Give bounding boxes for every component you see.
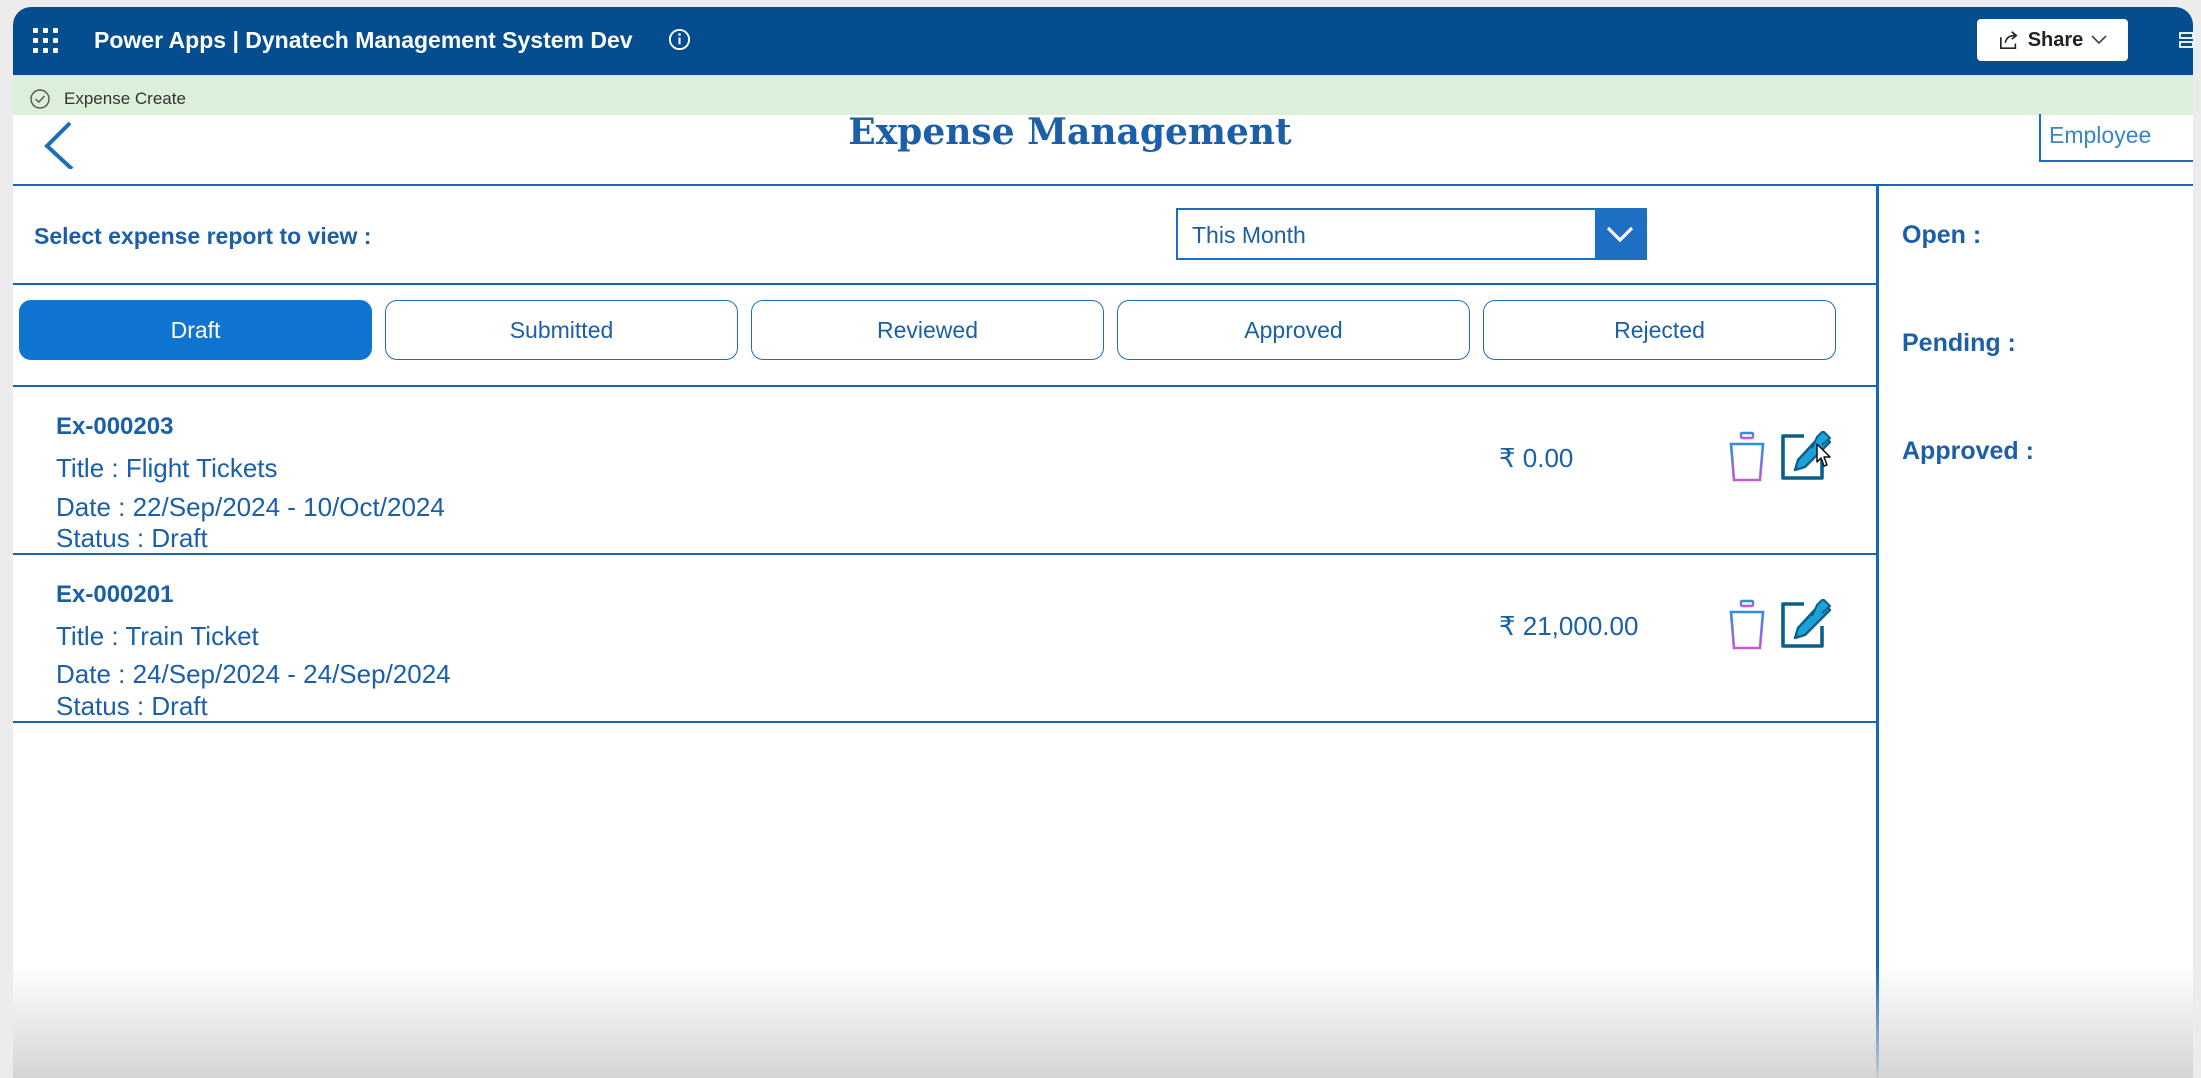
check-circle-icon <box>30 89 50 109</box>
info-icon[interactable] <box>668 28 691 51</box>
list-item[interactable]: Ex-000201 Title : Train Ticket Date : 24… <box>13 555 1877 721</box>
expense-title: Title : Flight Tickets <box>56 453 278 483</box>
tab-draft[interactable]: Draft <box>19 300 372 360</box>
expense-amount: ₹ 21,000.00 <box>1499 611 1639 641</box>
expense-status: Status : Draft <box>56 523 208 553</box>
expense-title: Title : Train Ticket <box>56 621 259 651</box>
tab-approved[interactable]: Approved <box>1117 300 1470 360</box>
approved-summary-label: Approved : <box>1902 437 2034 465</box>
open-summary-label: Open : <box>1902 221 1982 249</box>
employee-tab[interactable]: Employee <box>2039 114 2193 162</box>
notification-text: Expense Create <box>64 89 186 108</box>
trash-icon[interactable] <box>1724 599 1770 651</box>
trash-icon[interactable] <box>1724 431 1770 483</box>
page-title: Expense Management <box>848 111 1292 153</box>
share-icon <box>1999 31 2018 49</box>
app-panel-icon[interactable] <box>2179 29 2193 53</box>
chevron-down-icon <box>1606 226 1634 243</box>
list-item[interactable]: Ex-000203 Title : Flight Tickets Date : … <box>13 387 1877 553</box>
expense-date: Date : 24/Sep/2024 - 24/Sep/2024 <box>56 659 451 689</box>
tab-rejected[interactable]: Rejected <box>1483 300 1836 360</box>
expense-status: Status : Draft <box>56 691 208 721</box>
chevron-down-icon <box>2091 35 2107 45</box>
filter-label: Select expense report to view : <box>34 223 372 249</box>
waffle-icon[interactable] <box>33 28 59 54</box>
pending-summary-label: Pending : <box>1902 329 2016 357</box>
header-divider <box>13 184 2193 186</box>
tab-reviewed[interactable]: Reviewed <box>751 300 1104 360</box>
dropdown-selected-value: This Month <box>1192 222 1306 248</box>
expense-id: Ex-000201 <box>56 581 174 608</box>
expense-date: Date : 22/Sep/2024 - 10/Oct/2024 <box>56 492 445 522</box>
notification-bar <box>13 75 2193 115</box>
share-label: Share <box>2027 28 2084 51</box>
share-button[interactable]: Share <box>1977 19 2128 61</box>
dropdown-toggle[interactable] <box>1595 210 1645 258</box>
top-bar: Power Apps | Dynatech Management System … <box>13 7 2193 75</box>
filter-divider <box>13 283 1877 285</box>
app-window: Power Apps | Dynatech Management System … <box>13 7 2193 1078</box>
tab-submitted[interactable]: Submitted <box>385 300 738 360</box>
app-title: Power Apps | Dynatech Management System … <box>94 27 633 53</box>
report-period-dropdown[interactable]: This Month <box>1176 208 1647 260</box>
edit-icon[interactable] <box>1778 599 1833 651</box>
expense-id: Ex-000203 <box>56 413 174 440</box>
row-divider <box>13 721 1877 723</box>
bottom-shadow <box>13 965 2193 1078</box>
expense-amount: ₹ 0.00 <box>1499 443 1574 473</box>
mouse-cursor-icon <box>1816 443 1831 467</box>
